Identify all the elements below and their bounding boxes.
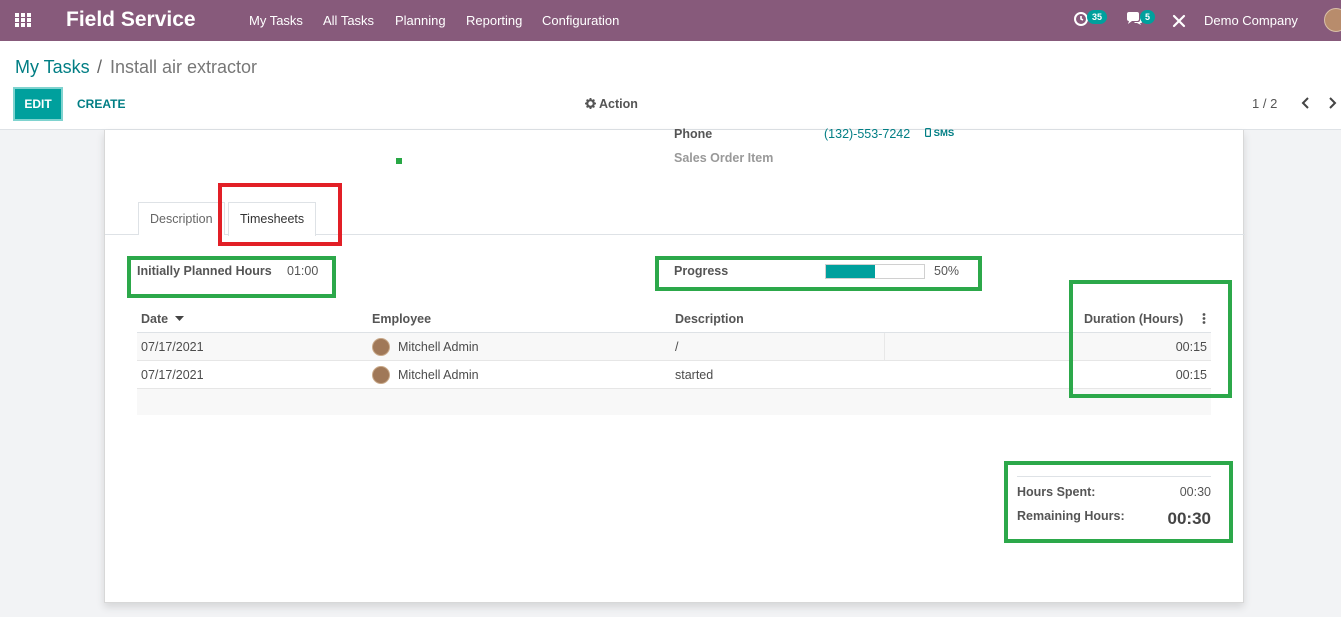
column-date-label: Date (141, 312, 169, 326)
sms-button[interactable]: SMS (925, 128, 954, 139)
action-label: Action (599, 97, 638, 111)
mobile-icon (925, 128, 932, 138)
menu-reporting[interactable]: Reporting (466, 13, 522, 28)
planned-hours-highlight (127, 256, 336, 298)
column-date[interactable]: Date (141, 312, 184, 326)
gear-icon (585, 98, 596, 109)
company-switcher[interactable]: Demo Company (1204, 13, 1298, 28)
sms-label: SMS (933, 128, 955, 139)
edit-button[interactable]: EDIT (13, 87, 63, 121)
employee-avatar (372, 366, 390, 384)
row-employee: Mitchell Admin (398, 368, 479, 382)
row-date: 07/17/2021 (141, 340, 204, 354)
tab-description[interactable]: Description (138, 202, 225, 235)
employee-avatar (372, 338, 390, 356)
menu-my-tasks[interactable]: My Tasks (249, 13, 303, 28)
row-employee: Mitchell Admin (398, 340, 479, 354)
phone-value[interactable]: (132)-553-7242 (824, 127, 910, 141)
totals-highlight (1004, 461, 1233, 543)
column-employee[interactable]: Employee (372, 312, 431, 326)
next-record-icon[interactable] (1328, 97, 1337, 109)
row-date: 07/17/2021 (141, 368, 204, 382)
previous-record-icon[interactable] (1301, 97, 1310, 109)
breadcrumb-parent[interactable]: My Tasks (15, 57, 90, 78)
breadcrumb-separator: / (97, 57, 103, 77)
timesheet-table: Date Employee Description Duration (Hour… (137, 303, 1211, 415)
debug-tools-button[interactable] (1172, 14, 1186, 31)
action-menu-button[interactable]: Action (585, 97, 638, 111)
table-row[interactable]: 07/17/2021 Mitchell Admin / 00:15 (137, 333, 1211, 361)
user-avatar[interactable] (1324, 8, 1341, 32)
column-separator (884, 333, 885, 360)
sort-descending-icon (174, 316, 184, 321)
table-row[interactable]: 07/17/2021 Mitchell Admin started 00:15 (137, 361, 1211, 389)
row-description: started (675, 368, 714, 382)
app-name[interactable]: Field Service (66, 8, 196, 32)
table-header: Date Employee Description Duration (Hour… (137, 303, 1211, 333)
phone-label: Phone (674, 127, 713, 141)
menu-configuration[interactable]: Configuration (542, 13, 619, 28)
timesheets-tab-highlight (218, 183, 342, 246)
duration-column-highlight (1069, 280, 1232, 398)
activity-count-badge: 35 (1087, 10, 1108, 24)
column-description[interactable]: Description (675, 312, 744, 326)
form-sheet: Phone (132)-553-7242 SMS Sales Order Ite… (104, 127, 1245, 603)
tools-icon (1172, 14, 1186, 28)
control-panel: My Tasks / Install air extractor EDIT CR… (0, 41, 1341, 130)
top-navbar: Field Service My Tasks All Tasks Plannin… (0, 0, 1341, 41)
apps-menu-icon[interactable] (15, 13, 33, 28)
sales-order-item-label: Sales Order Item (674, 151, 774, 165)
create-button[interactable]: CREATE (77, 97, 125, 111)
menu-all-tasks[interactable]: All Tasks (323, 13, 374, 28)
menu-planning[interactable]: Planning (395, 13, 446, 28)
breadcrumb-current: Install air extractor (110, 57, 258, 77)
pager-value[interactable]: 1 / 2 (1252, 96, 1277, 111)
status-dot (396, 158, 402, 164)
row-description: / (675, 340, 679, 354)
message-count-badge: 5 (1140, 10, 1156, 24)
table-empty-row (137, 389, 1211, 415)
progress-highlight (655, 256, 982, 291)
